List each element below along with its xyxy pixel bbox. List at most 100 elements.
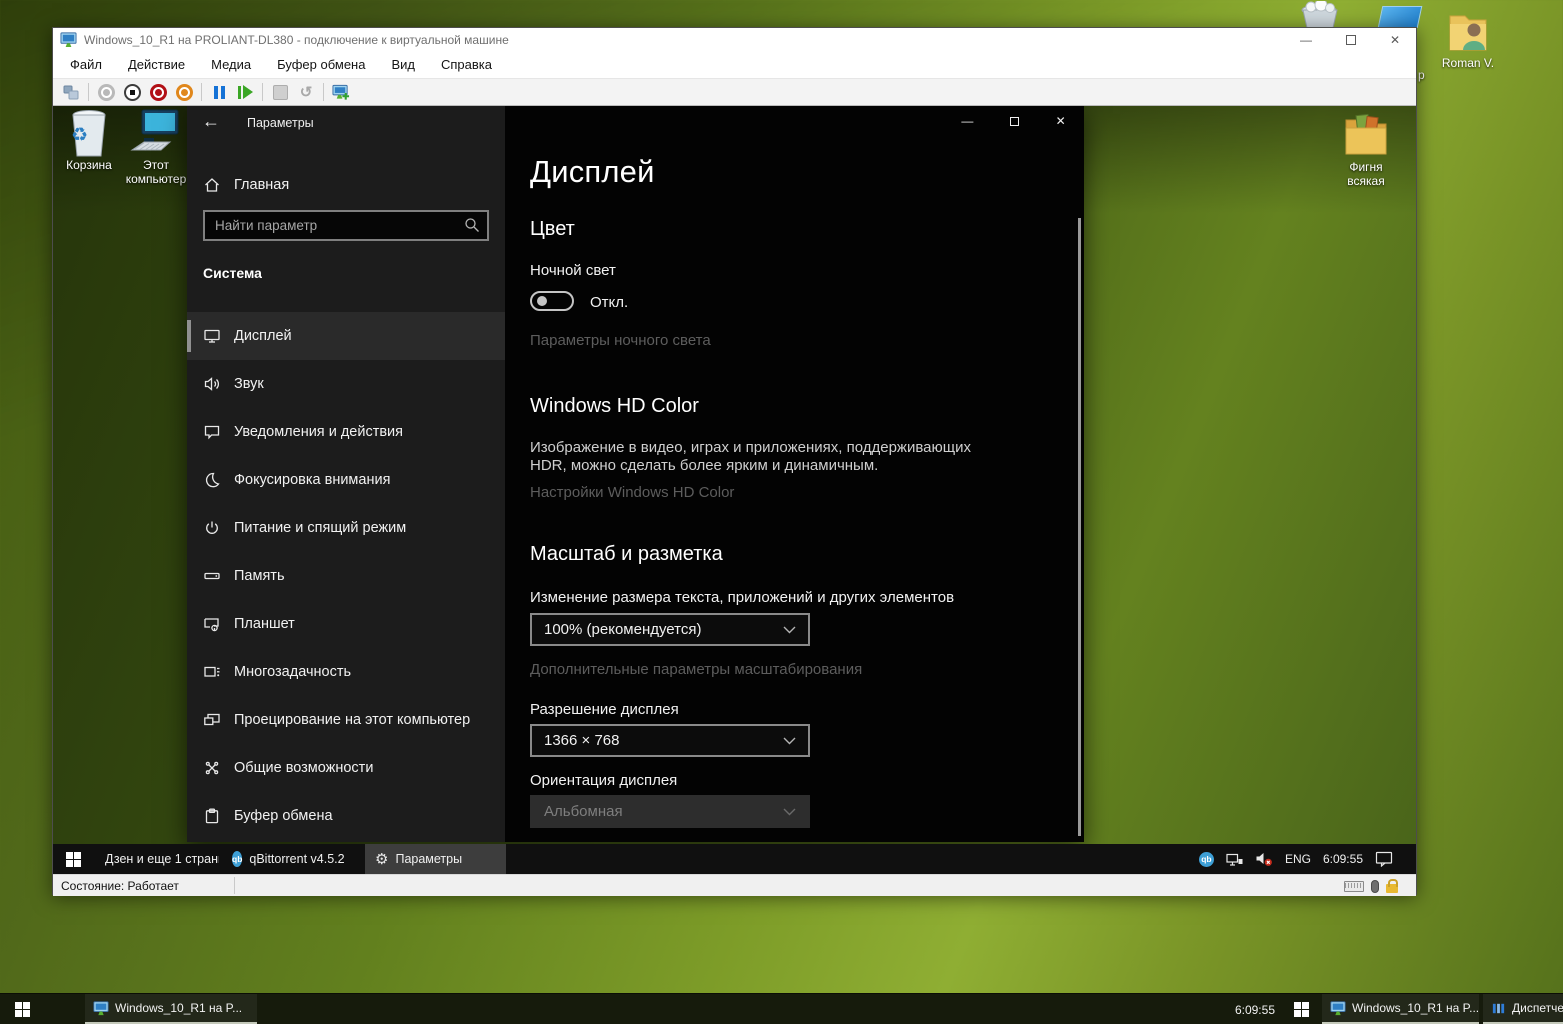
sidebar-item-label: Планшет — [234, 616, 295, 632]
host-recycle-bin-icon[interactable] — [1293, 1, 1345, 29]
menu-media[interactable]: Медиа — [198, 52, 264, 77]
menu-action[interactable]: Действие — [115, 52, 198, 77]
vm-minimize-button[interactable]: — — [1300, 34, 1312, 46]
sidebar-item-multitasking[interactable]: Многозадачность — [187, 648, 505, 696]
settings-close-button[interactable]: ✕ — [1037, 106, 1084, 136]
task-label: Windows_10_R1 на P... — [1352, 1001, 1479, 1015]
sidebar-item-label: Память — [234, 568, 285, 584]
night-light-settings-link[interactable]: Параметры ночного света — [530, 332, 711, 349]
volume-muted-icon[interactable] — [1255, 851, 1273, 867]
menu-file[interactable]: Файл — [57, 52, 115, 77]
sidebar-item-tablet[interactable]: Планшет — [187, 600, 505, 648]
settings-minimize-button[interactable]: — — [944, 106, 991, 136]
menu-clipboard[interactable]: Буфер обмена — [264, 52, 378, 77]
network-tray-icon[interactable] — [1226, 852, 1243, 867]
clipboard-icon — [203, 807, 221, 825]
user-folder-icon — [1438, 10, 1498, 56]
search-input[interactable] — [203, 210, 489, 241]
hdr-settings-link[interactable]: Настройки Windows HD Color — [530, 484, 734, 501]
sidebar-item-storage[interactable]: Память — [187, 552, 505, 600]
back-icon[interactable]: ← — [202, 111, 220, 132]
host-task-vmconnect-2[interactable]: Windows_10_R1 на P... — [1322, 994, 1479, 1024]
enhanced-session-icon[interactable] — [332, 83, 350, 101]
sidebar-section-title: Система — [203, 265, 262, 281]
night-light-state: Откл. — [590, 294, 628, 311]
host-task-vmconnect-1[interactable]: Windows_10_R1 на P... — [85, 994, 257, 1024]
toolbar-separator — [88, 83, 89, 101]
sidebar-item-label: Многозадачность — [234, 664, 351, 680]
task-label: Windows_10_R1 на P... — [115, 1001, 242, 1015]
host-blue-folder-icon[interactable] — [1378, 6, 1423, 28]
sidebar-item-clipboard[interactable]: Буфер обмена — [187, 792, 505, 840]
hdr-description-line2: HDR, можно сделать более ярким и динамич… — [530, 457, 878, 475]
scaling-dropdown[interactable]: 100% (рекомендуется) — [530, 613, 810, 646]
vm-maximize-button[interactable] — [1346, 35, 1356, 45]
sidebar-item-notifications[interactable]: Уведомления и действия — [187, 408, 505, 456]
menu-view[interactable]: Вид — [378, 52, 428, 77]
host-clock[interactable]: 6:09:55 — [1190, 994, 1275, 1024]
sidebar-item-label: Фокусировка внимания — [234, 472, 390, 488]
ctrl-alt-del-icon[interactable] — [62, 83, 80, 101]
turn-off-icon[interactable] — [123, 83, 141, 101]
recycle-bin-icon: ♻ — [58, 108, 120, 158]
language-indicator[interactable]: ENG — [1285, 852, 1311, 866]
settings-search — [203, 210, 489, 241]
host-icon-roman-label: Roman V. — [1438, 56, 1498, 70]
host-start-button[interactable] — [0, 994, 44, 1024]
action-center-icon[interactable] — [1375, 851, 1393, 867]
guest-icon-recycle-bin[interactable]: ♻ Корзина — [58, 108, 120, 172]
sidebar-item-projecting[interactable]: Проецирование на этот компьютер — [187, 696, 505, 744]
guest-start-button[interactable] — [53, 844, 93, 874]
guest-task-edge[interactable]: Дзен и еще 1 страни... — [88, 844, 219, 874]
keyboard-status-icon — [1344, 881, 1364, 892]
guest-task-settings[interactable]: ⚙ Параметры — [365, 844, 506, 874]
guest-icon-this-pc[interactable]: Этот компьютер — [125, 108, 187, 186]
host-start-button-2[interactable] — [1281, 994, 1321, 1024]
task-label: Дзен и еще 1 страни... — [105, 852, 219, 866]
guest-clock[interactable]: 6:09:55 — [1323, 852, 1363, 866]
storage-icon — [203, 567, 221, 585]
night-light-toggle[interactable] — [530, 291, 574, 311]
sidebar-item-sound[interactable]: Звук — [187, 360, 505, 408]
moon-icon — [203, 471, 221, 489]
sidebar-item-label: Проецирование на этот компьютер — [234, 712, 470, 728]
vm-titlebar[interactable]: Windows_10_R1 на PROLIANT-DL380 - подклю… — [53, 28, 1416, 51]
sidebar-item-focus-assist[interactable]: Фокусировка внимания — [187, 456, 505, 504]
guest-task-qbittorrent[interactable]: qb qBittorrent v4.5.2 — [222, 844, 349, 874]
qbittorrent-tray-icon[interactable]: qb — [1199, 852, 1214, 867]
save-state-icon[interactable] — [175, 83, 193, 101]
shut-down-icon[interactable] — [149, 83, 167, 101]
settings-content: — ✕ Дисплей Цвет Ночной свет Откл. Парам… — [505, 106, 1084, 842]
orientation-dropdown[interactable]: Альбомная — [530, 795, 810, 828]
guest-icon-folder[interactable]: Фигня всякая — [1335, 110, 1397, 188]
task-label: Параметры — [395, 852, 462, 866]
sidebar-item-shared-experiences[interactable]: Общие возможности — [187, 744, 505, 792]
reset-icon[interactable] — [236, 83, 254, 101]
resolution-dropdown[interactable]: 1366 × 768 — [530, 724, 810, 757]
revert-icon[interactable]: ↺ — [297, 83, 315, 101]
host-icon-roman[interactable]: Roman V. — [1438, 10, 1498, 70]
settings-app-title: Параметры — [247, 116, 314, 130]
start-vm-icon[interactable] — [97, 83, 115, 101]
sidebar-item-home[interactable]: Главная — [187, 166, 505, 204]
sound-icon — [203, 375, 221, 393]
settings-maximize-button[interactable] — [991, 106, 1038, 136]
vm-window-title: Windows_10_R1 на PROLIANT-DL380 - подклю… — [84, 33, 509, 47]
checkpoint-icon[interactable] — [271, 83, 289, 101]
sidebar-item-label: Главная — [234, 177, 289, 193]
sidebar-item-label: Питание и спящий режим — [234, 520, 406, 536]
selected-accent-bar — [187, 320, 191, 352]
vm-statusbar: Состояние: Работает — [53, 874, 1416, 896]
sidebar-item-display[interactable]: Дисплей — [187, 312, 505, 360]
vm-close-button[interactable]: ✕ — [1390, 34, 1400, 46]
projecting-icon — [203, 711, 221, 729]
guest-folder-label: Фигня всякая — [1335, 160, 1397, 188]
host-task-manager[interactable]: Диспетчер — [1483, 994, 1563, 1024]
settings-scrollbar[interactable] — [1078, 218, 1081, 836]
advanced-scaling-link[interactable]: Дополнительные параметры масштабирования — [530, 661, 862, 678]
sidebar-item-power-sleep[interactable]: Питание и спящий режим — [187, 504, 505, 552]
pause-icon[interactable] — [210, 83, 228, 101]
sidebar-item-label: Буфер обмена — [234, 808, 333, 824]
qbittorrent-icon: qb — [232, 851, 242, 867]
menu-help[interactable]: Справка — [428, 52, 505, 77]
